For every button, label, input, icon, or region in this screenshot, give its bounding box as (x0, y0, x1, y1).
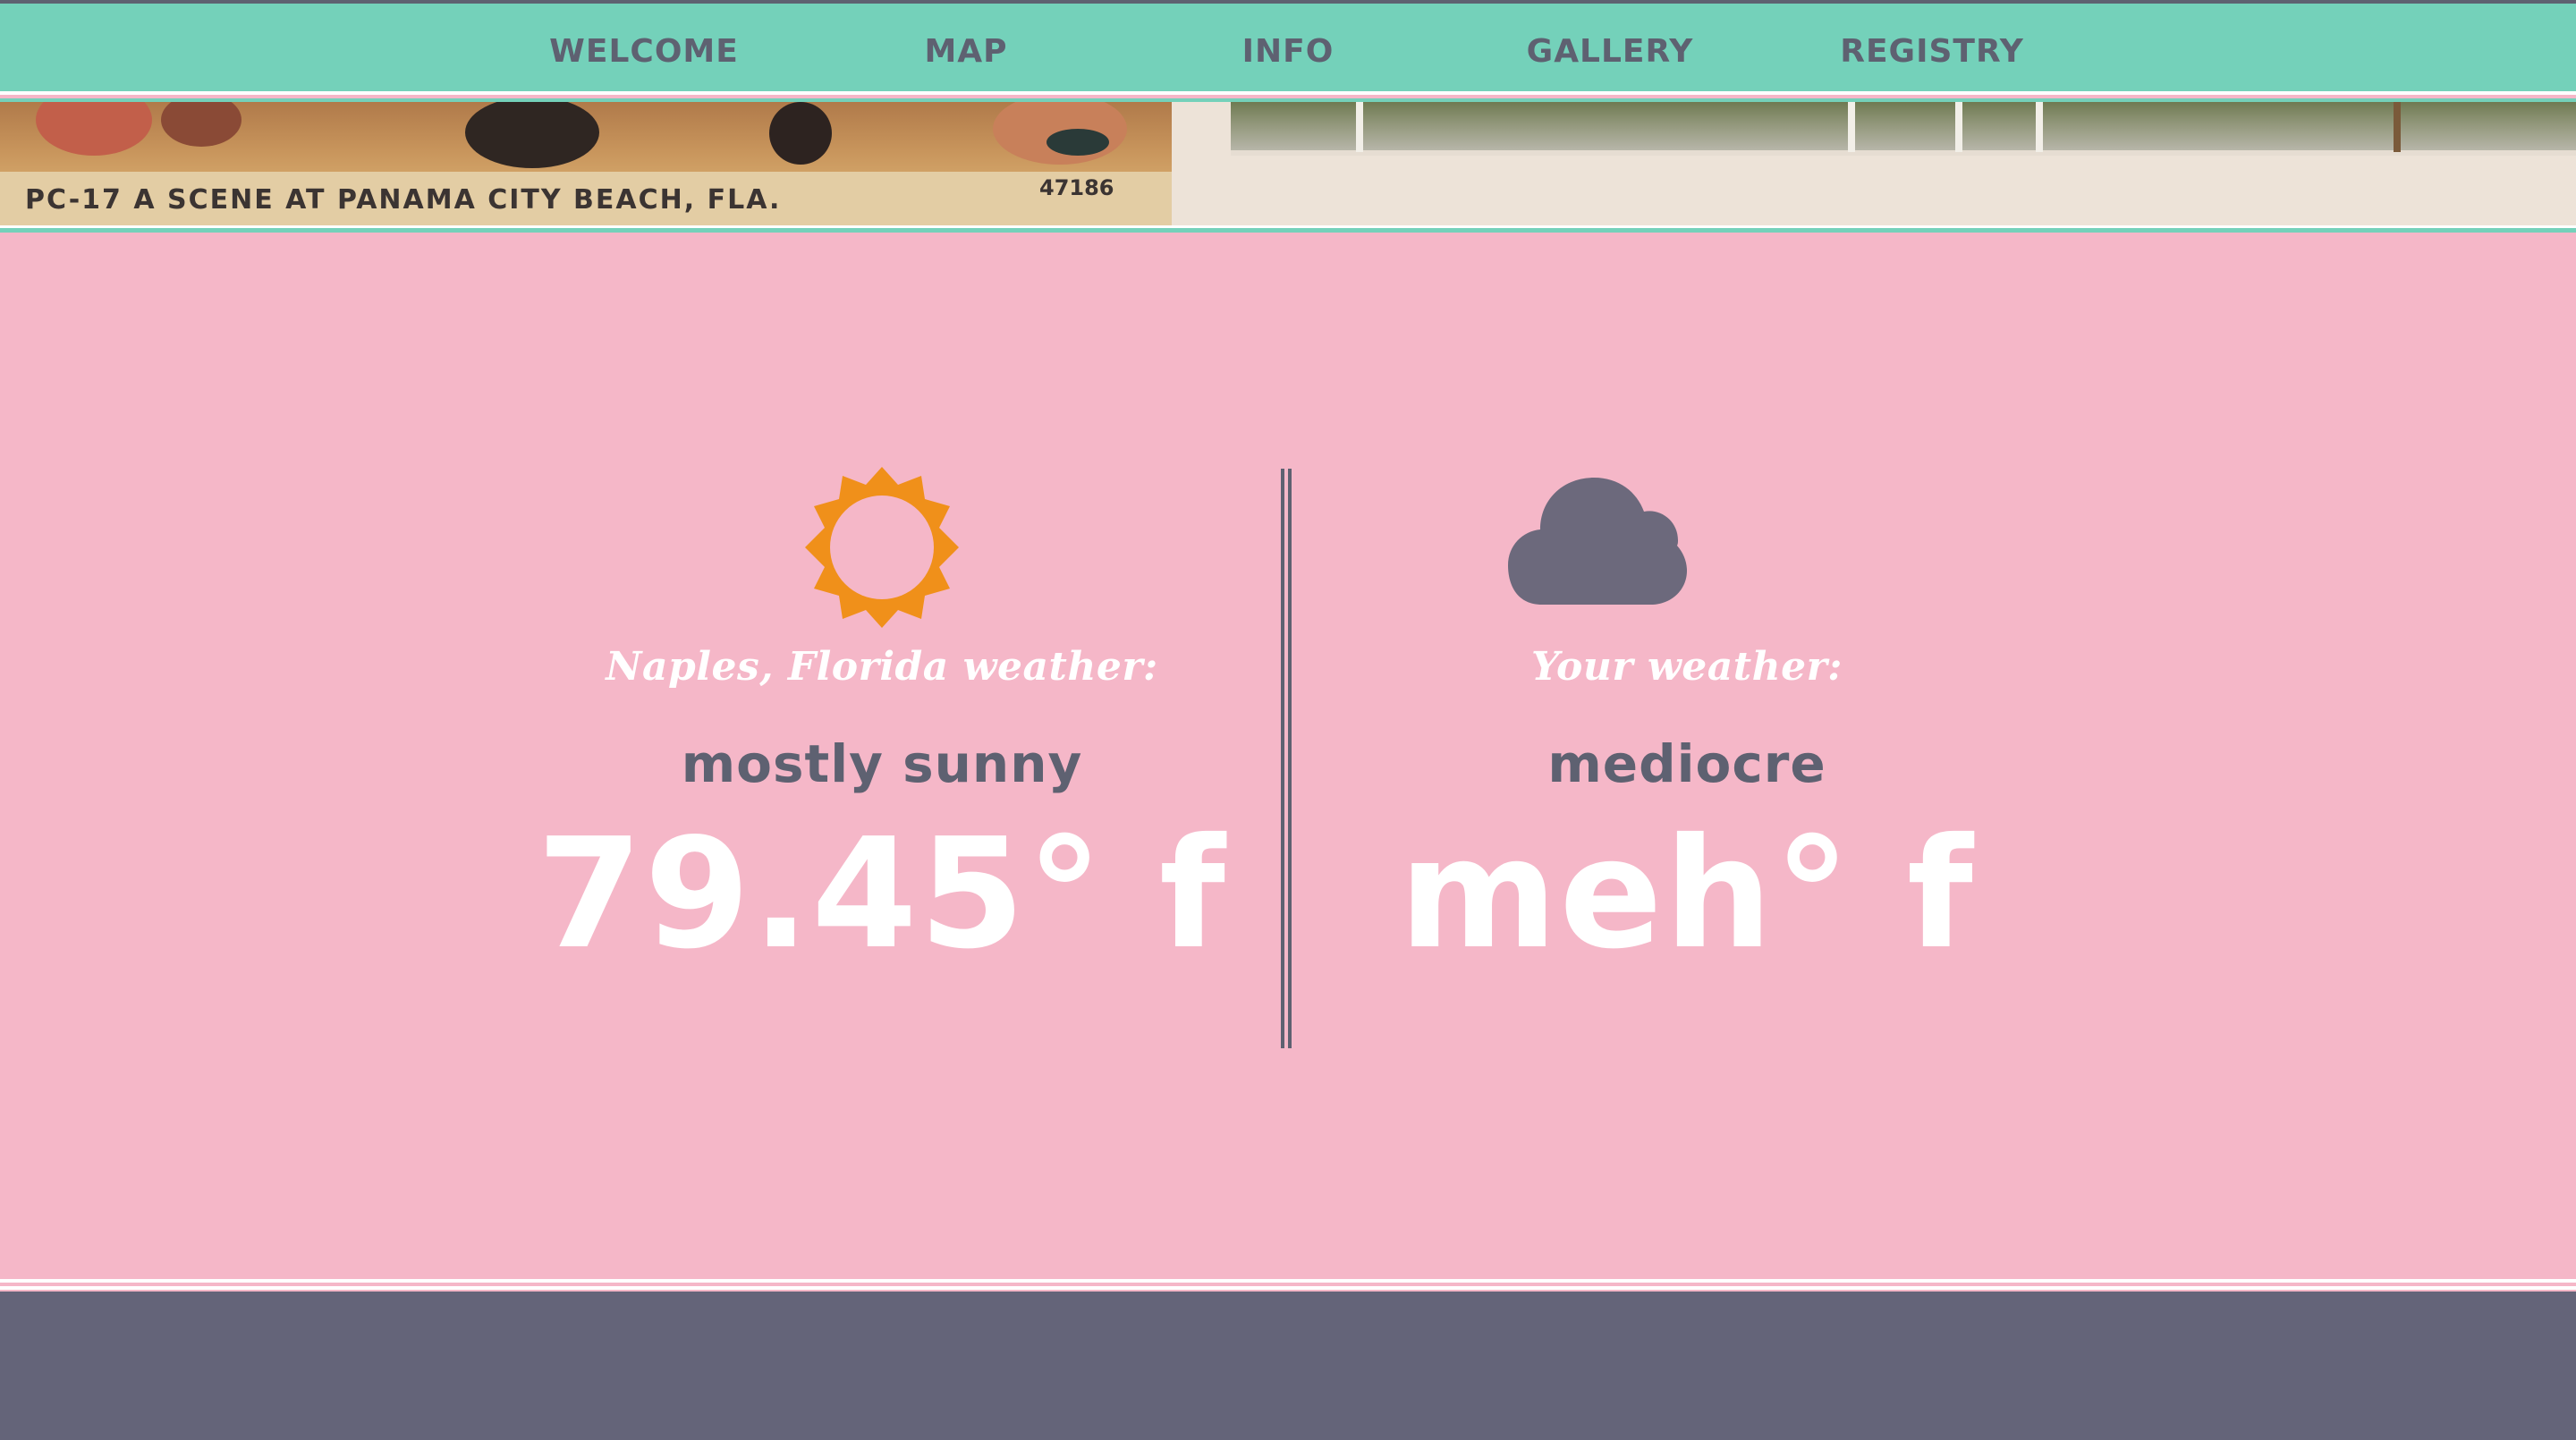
postcard-figure (161, 102, 242, 147)
user-label: Your weather: (1530, 644, 1843, 690)
nav-item-registry[interactable]: REGISTRY (1789, 30, 2075, 73)
nav-item-info[interactable]: INFO (1145, 30, 1431, 73)
nav-item-gallery[interactable]: GALLERY (1467, 30, 1753, 73)
postcard-figure (465, 102, 599, 168)
user-weather: Your weather: mediocre meh° f (1284, 233, 2089, 1279)
postcard-post (1356, 102, 1363, 152)
postcard-banner: PC-17 A SCENE AT PANAMA CITY BEACH, FLA.… (0, 102, 2576, 225)
footer (0, 1292, 2576, 1440)
postcard-figure (1046, 129, 1109, 156)
postcard-photo (1231, 102, 2576, 156)
nav-items: WELCOME MAP INFO GALLERY REGISTRY (0, 4, 2576, 91)
postcard-figure (769, 102, 832, 165)
postcard-number: 47186 (1039, 175, 1114, 200)
postcard-image-left: PC-17 A SCENE AT PANAMA CITY BEACH, FLA.… (0, 102, 1172, 225)
postcard-post (1848, 102, 1855, 152)
destination-label: Naples, Florida weather: (606, 644, 1158, 690)
top-nav: WELCOME MAP INFO GALLERY REGISTRY (0, 0, 2576, 95)
footer-divider (0, 1279, 2576, 1290)
cloud-icon (1508, 472, 1687, 633)
postcard-post (2036, 102, 2043, 152)
postcard-caption: PC-17 A SCENE AT PANAMA CITY BEACH, FLA. (25, 184, 782, 216)
postcard-post (1955, 102, 1962, 152)
destination-temperature: 79.45° f (537, 806, 1227, 983)
sun-icon (792, 467, 971, 628)
weather-section: Naples, Florida weather: mostly sunny 79… (0, 233, 2576, 1279)
user-temperature: meh° f (1399, 806, 1975, 983)
postcard-post (2394, 102, 2401, 152)
banner-divider (0, 225, 2576, 233)
destination-weather: Naples, Florida weather: mostly sunny 79… (479, 233, 1284, 1279)
postcard-image-right (1172, 102, 2576, 225)
nav-item-map[interactable]: MAP (823, 30, 1109, 73)
user-condition: mediocre (1547, 733, 1826, 794)
destination-condition: mostly sunny (681, 733, 1083, 794)
postcard-figure (36, 102, 152, 156)
nav-item-welcome[interactable]: WELCOME (501, 30, 787, 73)
